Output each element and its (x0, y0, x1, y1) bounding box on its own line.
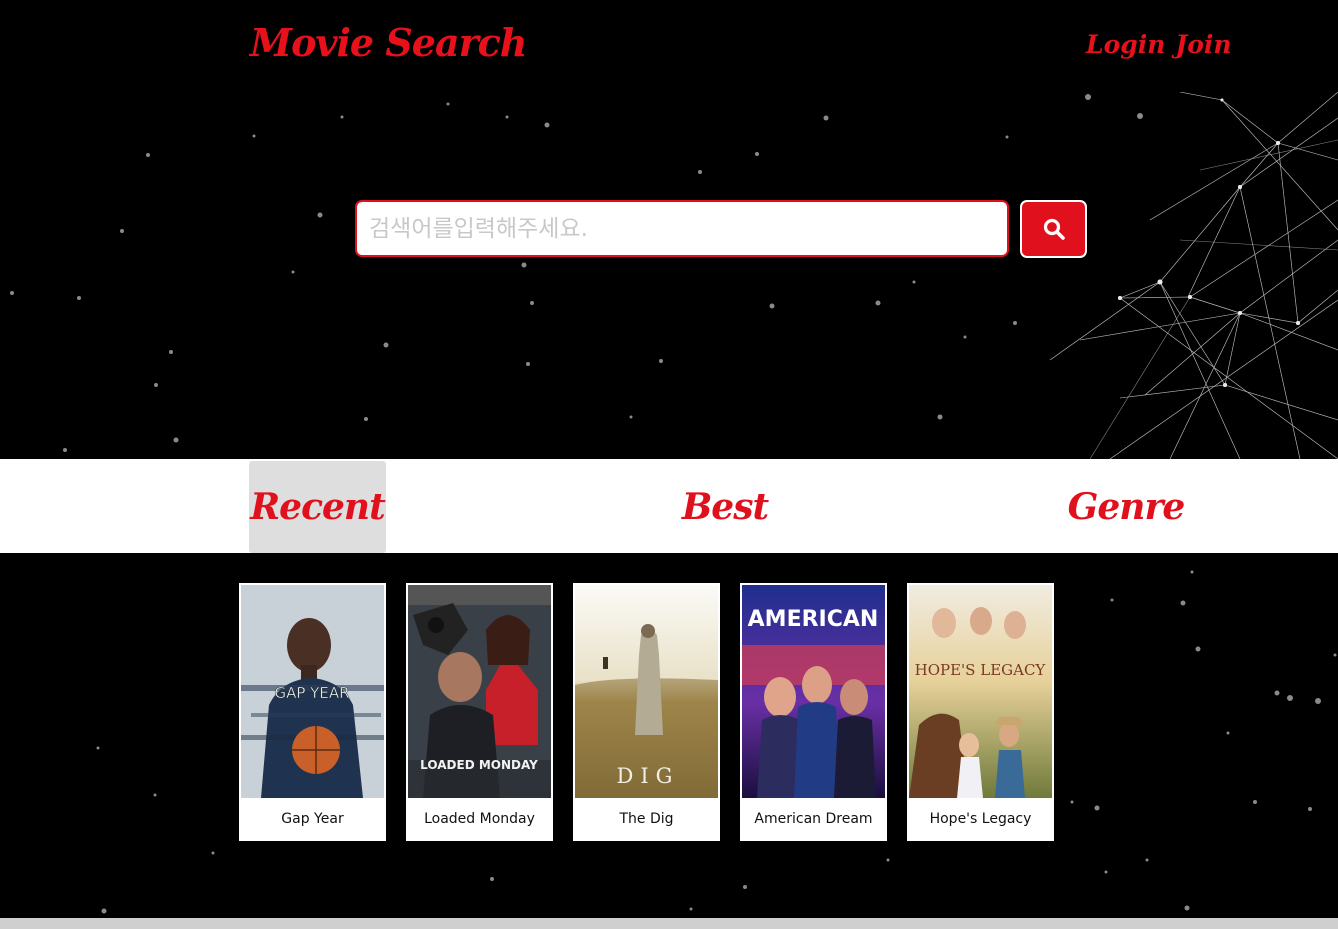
movie-card[interactable]: LOADED MONDAY Loaded Monday (406, 583, 553, 841)
movie-card[interactable]: AMERICAN American Dream (740, 583, 887, 841)
network-decoration (1049, 92, 1338, 459)
movie-poster: LOADED MONDAY (408, 585, 551, 798)
category-tabs: Recent Best Genre (0, 459, 1338, 553)
tab-best-label: Best (681, 486, 769, 528)
horizontal-scrollbar[interactable] (0, 918, 1338, 929)
login-link[interactable]: Login (1086, 30, 1165, 59)
movie-poster: GAP YEAR (241, 585, 384, 798)
join-link[interactable]: Join (1175, 30, 1231, 59)
tab-recent[interactable]: Recent (249, 461, 386, 553)
movie-card[interactable]: HOPE'S LEGACY Hope's Legacy (907, 583, 1054, 841)
movie-poster: DIG (575, 585, 718, 798)
search-icon (1043, 218, 1065, 240)
tab-recent-label: Recent (250, 486, 385, 528)
movie-card[interactable]: DIG The Dig (573, 583, 720, 841)
poster-title-text: DIG (617, 764, 680, 788)
search-input[interactable] (355, 200, 1009, 257)
movie-title: Loaded Monday (424, 810, 535, 827)
site-logo[interactable]: Movie Search (250, 20, 527, 65)
movie-poster: HOPE'S LEGACY (909, 585, 1052, 798)
search-button[interactable] (1020, 200, 1087, 258)
movie-card[interactable]: GAP YEAR Gap Year (239, 583, 386, 841)
movie-title: American Dream (754, 810, 873, 827)
movie-title: Hope's Legacy (929, 810, 1032, 827)
movie-list: GAP YEAR Gap Year LOADED MONDAY Loaded M… (239, 583, 1054, 841)
poster-title-text: AMERICAN (748, 607, 879, 632)
poster-title-text: LOADED MONDAY (420, 758, 538, 772)
movie-title: The Dig (619, 810, 674, 827)
tab-best[interactable]: Best (655, 461, 795, 553)
tab-genre-label: Genre (1067, 486, 1186, 528)
movie-poster: AMERICAN (742, 585, 885, 798)
auth-links: Login Join (1086, 30, 1232, 59)
tab-genre[interactable]: Genre (1055, 461, 1197, 553)
header-bar: Movie Search Login Join (0, 0, 1338, 92)
poster-title-text: HOPE'S LEGACY (915, 661, 1047, 679)
poster-title-text: GAP YEAR (274, 684, 349, 702)
movie-title: Gap Year (281, 810, 344, 827)
